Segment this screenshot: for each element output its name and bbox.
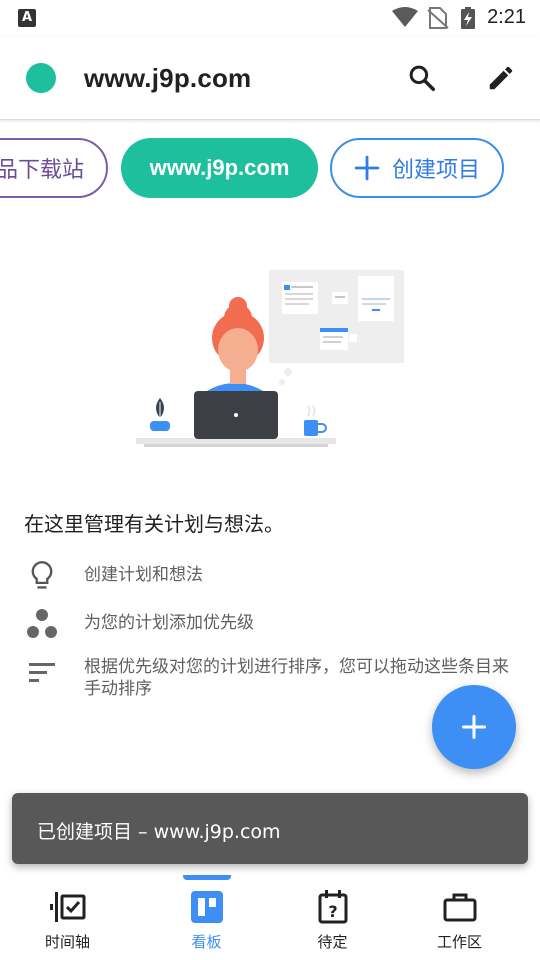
feature-text: 为您的计划添加优先级 — [84, 613, 254, 633]
priority-dots-icon — [24, 606, 60, 642]
create-project-button[interactable]: 创建项目 — [330, 138, 504, 198]
edit-button[interactable] — [479, 56, 523, 100]
feature-text: 创建计划和想法 — [84, 565, 203, 585]
nav-label: 工作区 — [436, 933, 482, 951]
empty-state-intro: 在这里管理有关计划与想法。 — [24, 512, 284, 536]
project-chips: 品下载站 www.j9p.com 创建项目 — [0, 136, 540, 200]
add-item-fab[interactable] — [432, 685, 516, 769]
nav-label: 待定 — [317, 933, 348, 951]
project-chip-label: www.j9p.com — [149, 155, 290, 180]
nav-tab-workspace[interactable]: 工作区 — [392, 875, 527, 960]
svg-text:?: ? — [328, 902, 337, 921]
sort-lines-icon — [24, 654, 60, 690]
project-chip-active[interactable]: www.j9p.com — [121, 138, 318, 198]
no-sim-icon — [427, 7, 449, 29]
nav-tab-board[interactable]: 看板 — [139, 875, 274, 960]
battery-charging-icon — [461, 7, 475, 29]
page-title: www.j9p.com — [84, 63, 252, 93]
person-at-laptop-illustration — [136, 270, 404, 447]
project-chip-label: 品下载站 — [0, 158, 84, 183]
board-icon — [189, 889, 225, 925]
lightbulb-icon — [24, 558, 60, 594]
app-bar: www.j9p.com — [0, 36, 540, 120]
nav-tab-timeline[interactable]: 时间轴 — [0, 875, 135, 960]
pending-calendar-icon: ? — [315, 889, 351, 925]
search-button[interactable] — [400, 56, 444, 100]
pencil-icon — [489, 66, 513, 90]
plus-icon — [354, 155, 380, 181]
project-color-dot — [26, 63, 56, 93]
timeline-icon — [49, 889, 86, 925]
status-bar: A 2:21 — [0, 0, 540, 36]
snackbar: 已创建项目 – www.j9p.com — [12, 793, 528, 864]
bottom-navigation: 时间轴 看板 ? 待定 工作区 — [0, 875, 540, 960]
status-time: 2:21 — [487, 6, 526, 28]
snackbar-message: 已创建项目 – www.j9p.com — [37, 821, 281, 843]
project-chip-previous[interactable]: 品下载站 — [0, 138, 108, 198]
create-project-label: 创建项目 — [391, 158, 480, 183]
status-icons — [392, 7, 484, 29]
wifi-icon — [392, 7, 418, 27]
briefcase-icon — [442, 889, 478, 925]
plus-icon — [461, 714, 487, 740]
app-notification-icon: A — [18, 9, 36, 27]
search-icon — [409, 65, 435, 91]
nav-label: 时间轴 — [44, 933, 90, 951]
nav-label: 看板 — [191, 933, 222, 951]
nav-tab-pending[interactable]: ? 待定 — [265, 875, 400, 960]
